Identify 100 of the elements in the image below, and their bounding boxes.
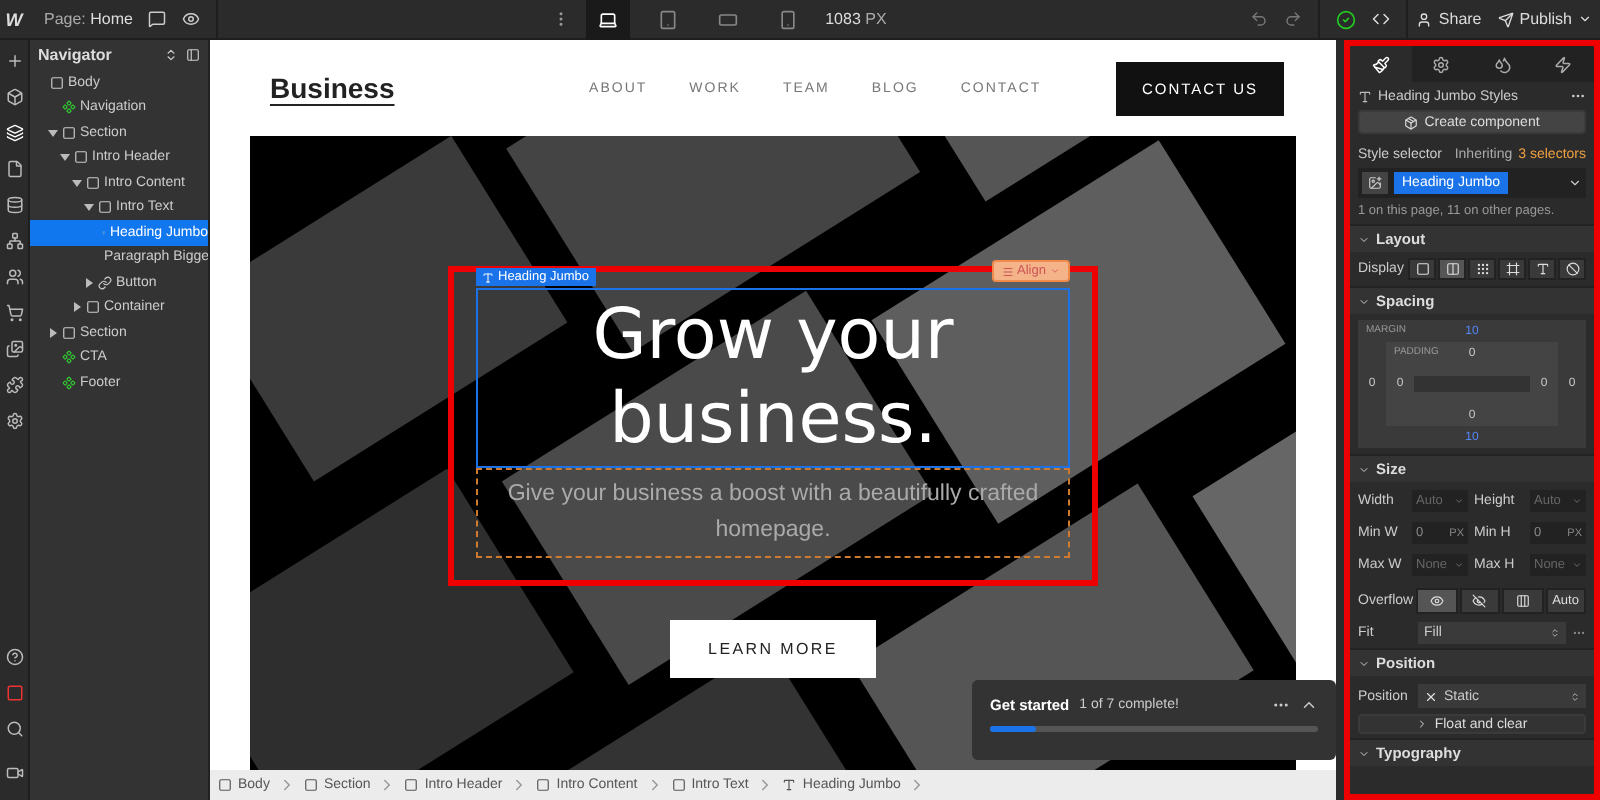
caret-icon	[1578, 12, 1593, 26]
caret-icon[interactable]	[48, 127, 58, 138]
share-button[interactable]: Share	[1408, 10, 1490, 28]
device-button[interactable]	[585, 0, 630, 39]
send-icon	[1497, 11, 1514, 27]
display-option[interactable]	[1408, 258, 1436, 280]
puzzle-icon[interactable]	[5, 376, 23, 394]
users-icon[interactable]	[5, 268, 23, 286]
caret-icon[interactable]	[72, 302, 82, 313]
overflow-option[interactable]	[1502, 588, 1543, 614]
caret-icon	[1550, 628, 1560, 638]
menu-icon	[1001, 265, 1014, 277]
panel-icon[interactable]	[186, 48, 200, 62]
overflow-icon	[1429, 594, 1444, 608]
box-icon	[303, 778, 318, 792]
user-icon	[1416, 11, 1433, 27]
display-icon	[1535, 262, 1549, 276]
text-icon	[782, 778, 797, 792]
box-icon	[62, 125, 76, 140]
display-option[interactable]	[1468, 258, 1496, 280]
display-option[interactable]	[1528, 258, 1556, 280]
page-icon[interactable]	[5, 160, 23, 178]
publish-button[interactable]: Publish	[1489, 10, 1600, 28]
add-icon[interactable]	[5, 52, 23, 70]
undo-icon[interactable]	[1250, 10, 1269, 28]
caret-icon[interactable]	[72, 177, 82, 188]
caret-icon	[1358, 463, 1370, 475]
caret-icon[interactable]	[1568, 176, 1582, 190]
caret-icon	[1358, 233, 1370, 245]
caret-icon	[1358, 295, 1370, 307]
images-icon[interactable]	[5, 340, 23, 358]
box-icon	[74, 150, 88, 165]
video-icon[interactable]	[5, 764, 23, 782]
code-icon[interactable]	[1372, 10, 1391, 28]
canvas-width: 1083 PX	[825, 10, 887, 28]
caret-icon	[1358, 657, 1370, 669]
caret-icon	[1570, 691, 1580, 701]
hierarchy-icon[interactable]	[5, 232, 23, 250]
comment-icon[interactable]	[148, 10, 167, 28]
image-icon	[1368, 176, 1382, 190]
caret-icon	[1572, 496, 1582, 506]
overflow-option[interactable]	[1416, 588, 1457, 614]
brand-logo[interactable]: Business	[270, 72, 395, 104]
collapse-icon[interactable]	[164, 48, 178, 62]
device-icon	[657, 9, 678, 29]
help-icon[interactable]	[5, 648, 23, 666]
search-icon[interactable]	[5, 720, 23, 738]
check-icon[interactable]	[1336, 9, 1357, 29]
caret-icon	[1050, 266, 1060, 276]
box-icon	[404, 778, 419, 792]
panel-tab[interactable]	[1533, 46, 1594, 82]
caret-icon	[1358, 747, 1370, 759]
panel-tab[interactable]	[1411, 46, 1472, 82]
display-icon	[1415, 262, 1429, 276]
x-icon	[1424, 689, 1438, 703]
record-icon[interactable]	[5, 684, 23, 702]
learn-more-button[interactable]: LEARN MORE	[670, 619, 876, 678]
redo-icon[interactable]	[1284, 10, 1303, 28]
settings-icon	[1432, 55, 1451, 73]
hero-heading[interactable]: Grow your business.	[476, 288, 1070, 468]
box-icon	[218, 778, 232, 792]
preview-icon[interactable]	[182, 10, 201, 28]
cart-icon[interactable]	[5, 304, 23, 322]
display-icon	[1445, 262, 1459, 276]
box-icon	[50, 75, 64, 90]
settings-icon[interactable]	[5, 412, 23, 430]
component-icon	[62, 100, 76, 115]
caret-icon	[1572, 560, 1582, 570]
display-icon	[1475, 262, 1489, 276]
display-option[interactable]	[1498, 258, 1526, 280]
text-icon	[482, 271, 494, 283]
caret-icon	[1454, 496, 1464, 506]
display-icon	[1565, 262, 1579, 276]
page-label[interactable]: Page: Home	[44, 10, 133, 28]
logo[interactable]: W	[0, 9, 28, 29]
more-icon[interactable]	[1572, 626, 1586, 640]
display-icon	[1505, 262, 1519, 276]
lightning-icon	[1554, 55, 1573, 73]
caret-icon[interactable]	[84, 277, 94, 288]
overflow-icon	[1472, 594, 1487, 608]
layers-icon[interactable]	[5, 124, 23, 142]
display-option[interactable]	[1558, 258, 1586, 280]
navigator-title: Navigator	[38, 46, 114, 64]
display-option[interactable]	[1438, 258, 1466, 280]
device-icon	[717, 9, 738, 29]
component-icon	[62, 350, 76, 365]
box-icon	[86, 300, 100, 315]
device-icon	[597, 9, 618, 29]
database-icon[interactable]	[5, 196, 23, 214]
caret-icon[interactable]	[84, 202, 94, 213]
cube-icon[interactable]	[5, 88, 23, 106]
overflow-option[interactable]	[1459, 588, 1500, 614]
package-icon	[1404, 115, 1419, 129]
collapse-icon[interactable]	[1300, 696, 1318, 714]
overflow-icon	[1515, 594, 1530, 608]
brush-icon	[1371, 55, 1390, 73]
caret-icon[interactable]	[60, 152, 70, 163]
caret-icon[interactable]	[48, 327, 58, 338]
box-icon	[86, 175, 100, 190]
box-icon	[98, 200, 112, 215]
